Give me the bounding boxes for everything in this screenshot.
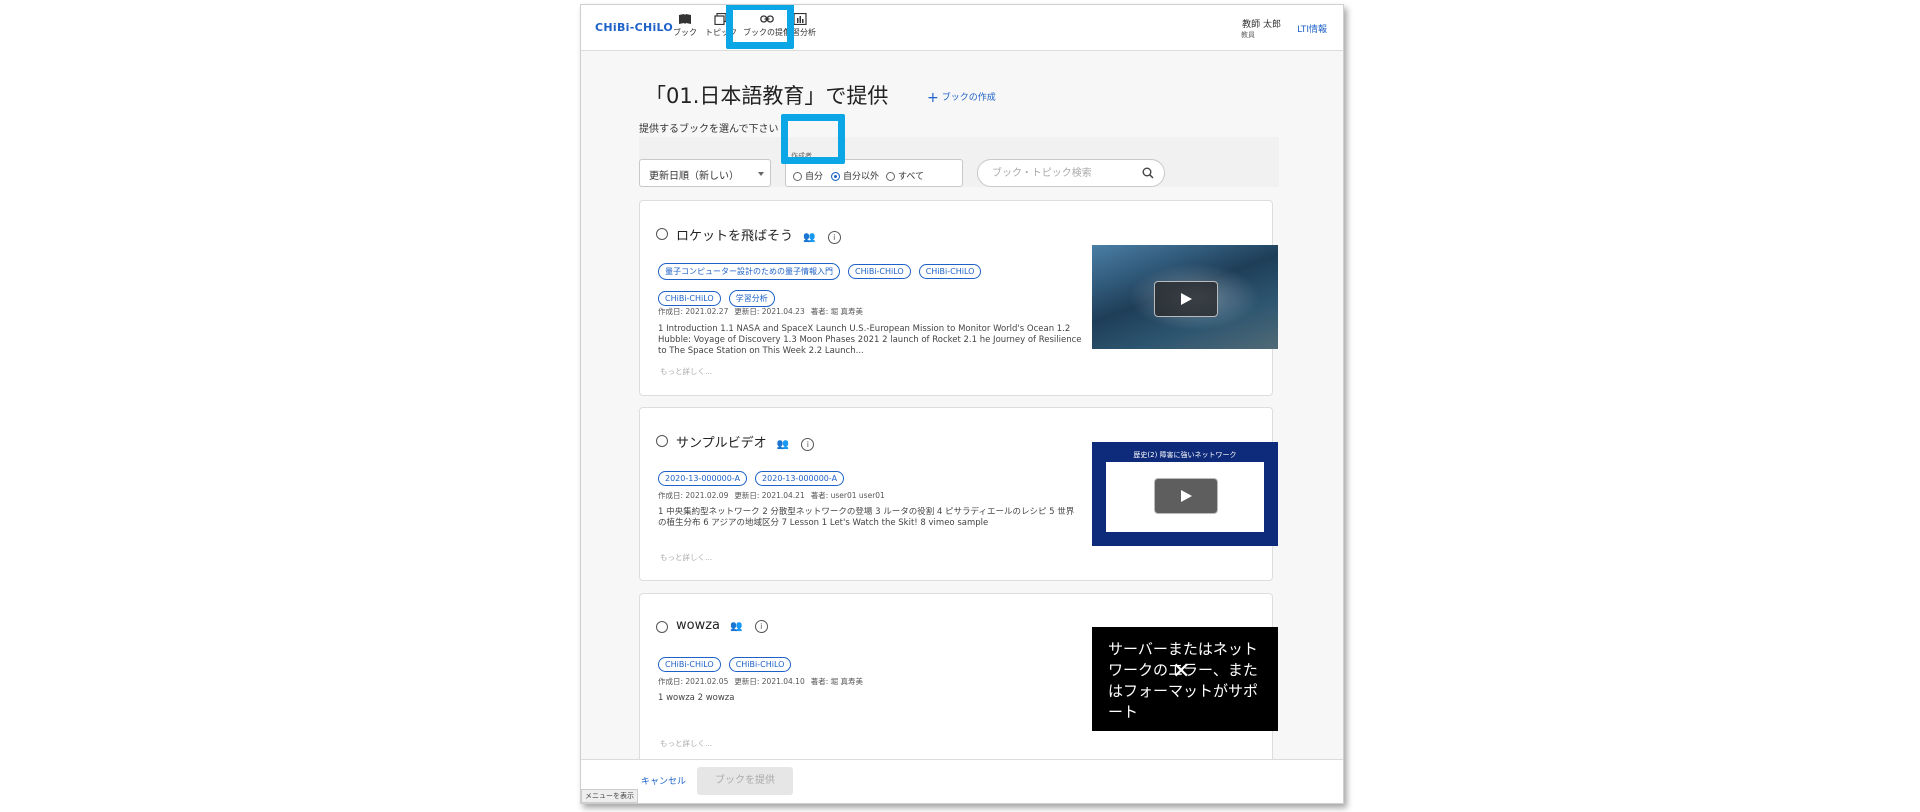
created-date: 作成日: 2021.02.05 xyxy=(658,677,729,686)
author-option-label: 自分 xyxy=(805,172,824,182)
info-icon[interactable]: i xyxy=(754,620,768,633)
author-option-others[interactable]: 自分以外 xyxy=(831,169,879,182)
highlight-author-others xyxy=(781,114,845,164)
updated-date: 更新日: 2021.04.10 xyxy=(734,677,805,686)
book-meta: 作成日: 2021.02.09 更新日: 2021.04.21 著者: user01… xyxy=(658,490,891,501)
book-tags: 量子コンピューター設計のための量子情報入門 CHiBi-CHiLO CHiBi-CH… xyxy=(658,259,1078,313)
shared-people-icon: 👥 xyxy=(803,232,816,243)
search-input[interactable] xyxy=(990,167,1134,180)
book-description: 1 wowza 2 wowza xyxy=(658,693,735,703)
book-title: ロケットを飛ばそう 👥 i xyxy=(676,225,841,244)
provide-book-button[interactable]: ブックを提供 xyxy=(697,767,793,795)
book-description: 1 Introduction 1.1 NASA and SpaceX Launc… xyxy=(658,324,1082,356)
updated-date: 更新日: 2021.04.23 xyxy=(734,307,805,316)
show-menu-tab[interactable]: メニューを表示 xyxy=(581,789,638,803)
author-option-label: すべて xyxy=(898,172,925,182)
plus-icon: + xyxy=(927,90,939,106)
page-title: 「01.日本語教育」で提供 xyxy=(645,84,889,108)
book-title: サンプルビデオ 👥 i xyxy=(676,432,815,451)
create-book-label: ブックの作成 xyxy=(941,93,996,103)
created-date: 作成日: 2021.02.09 xyxy=(658,491,729,500)
tag-chip[interactable]: 2020-13-000000-A xyxy=(755,471,845,486)
sort-value: 更新日順（新しい） xyxy=(649,171,739,182)
book-select-radio[interactable] xyxy=(656,621,668,633)
cancel-button[interactable]: キャンセル xyxy=(641,774,686,787)
author-option-self[interactable]: 自分 xyxy=(793,169,823,182)
book-title-text: wowza xyxy=(676,618,721,633)
play-icon[interactable] xyxy=(1154,281,1218,317)
book-select-radio[interactable] xyxy=(656,228,668,240)
thumbnail-caption: 歴史(2) 障害に強いネットワーク xyxy=(1133,451,1237,459)
close-icon: ✕ xyxy=(1172,659,1191,684)
tag-chip[interactable]: CHiBi-CHiLO xyxy=(658,291,721,306)
info-icon[interactable]: i xyxy=(801,438,815,451)
book-tags: 2020-13-000000-A 2020-13-000000-A xyxy=(658,466,1078,492)
dropdown-caret-icon xyxy=(758,172,764,176)
book-tags: CHiBi-CHiLO CHiBi-CHiLO xyxy=(658,652,1078,678)
video-thumbnail[interactable]: 歴史(2) 障害に強いネットワーク xyxy=(1092,442,1278,546)
author-name: 著者: user01 user01 xyxy=(810,491,885,500)
more-details-link[interactable]: もっと詳しく... xyxy=(660,738,712,749)
info-icon[interactable]: i xyxy=(827,231,841,244)
book-meta: 作成日: 2021.02.05 更新日: 2021.04.10 著者: 堀 真寿美 xyxy=(658,676,869,687)
tag-chip[interactable]: CHiBi-CHiLO xyxy=(658,657,721,672)
tag-chip[interactable]: 量子コンピューター設計のための量子情報入門 xyxy=(658,263,840,280)
book-icon xyxy=(679,14,691,24)
book-card[interactable]: サンプルビデオ 👥 i 2020-13-000000-A 2020-13-0000… xyxy=(639,407,1278,581)
book-description: 1 中央集約型ネットワーク 2 分散型ネットワークの登場 3 ルータの役割 4 … xyxy=(658,507,1075,528)
play-icon[interactable] xyxy=(1154,478,1218,514)
tag-chip[interactable]: 2020-13-000000-A xyxy=(658,471,748,486)
more-details-link[interactable]: もっと詳しく... xyxy=(660,366,712,377)
updated-date: 更新日: 2021.04.21 xyxy=(734,491,805,500)
sort-select[interactable]: 更新日順（新しい） xyxy=(639,159,771,187)
created-date: 作成日: 2021.02.27 xyxy=(658,307,729,316)
book-title-text: ロケットを飛ばそう xyxy=(676,229,794,244)
create-book-link[interactable]: + ブックの作成 xyxy=(927,90,996,106)
video-thumbnail[interactable] xyxy=(1092,245,1278,349)
tag-chip[interactable]: CHiBi-CHiLO xyxy=(728,657,792,672)
book-select-radio[interactable] xyxy=(656,435,668,447)
search-icon[interactable] xyxy=(1142,167,1154,179)
nav-label-books: ブック xyxy=(673,28,697,37)
shared-people-icon: 👥 xyxy=(776,439,790,450)
bar-chart-icon xyxy=(793,13,807,25)
tag-chip[interactable]: CHiBi-CHiLO xyxy=(848,264,911,279)
user-name[interactable]: 教師 太郎 xyxy=(1242,17,1281,30)
footer-action-bar: キャンセル ブックを提供 メニューを表示 xyxy=(581,759,1343,803)
radio-selected-icon xyxy=(831,172,840,181)
highlight-nav-provide xyxy=(726,5,794,49)
author-name: 著者: 堀 真寿美 xyxy=(810,307,864,316)
author-name: 著者: 堀 真寿美 xyxy=(810,677,864,686)
book-title: wowza 👥 i xyxy=(676,618,768,633)
shared-people-icon: 👥 xyxy=(730,621,743,632)
app-logo[interactable]: CHiBi-CHiLO xyxy=(595,21,673,34)
radio-icon xyxy=(793,172,802,181)
page-subtitle: 提供するブックを選んで下さい xyxy=(639,124,779,135)
tag-chip[interactable]: CHiBi-CHiLO xyxy=(918,264,982,279)
user-role: 教員 xyxy=(1241,31,1255,39)
tag-chip[interactable]: 学習分析 xyxy=(728,290,775,307)
radio-icon xyxy=(886,172,895,181)
author-option-label: 自分以外 xyxy=(843,172,880,182)
book-card[interactable]: ロケットを飛ばそう 👥 i 量子コンピューター設計のための量子情報入門 CHiBi… xyxy=(639,200,1278,396)
book-meta: 作成日: 2021.02.27 更新日: 2021.04.23 著者: 堀 真寿美 xyxy=(658,306,869,317)
top-navigation-bar: CHiBi-CHiLO ブック トピック ブックの提供 学習分析 教師 太郎 教… xyxy=(581,5,1343,51)
book-title-text: サンプルビデオ xyxy=(676,436,767,451)
book-card[interactable]: wowza 👥 i CHiBi-CHiLO CHiBi-CHiLO 作成日: 20… xyxy=(639,593,1278,763)
search-field[interactable] xyxy=(977,159,1165,187)
app-window: CHiBi-CHiLO ブック トピック ブックの提供 学習分析 教師 太郎 教… xyxy=(580,4,1344,804)
author-option-all[interactable]: すべて xyxy=(886,169,924,182)
more-details-link[interactable]: もっと詳しく... xyxy=(660,552,712,563)
lti-info-link[interactable]: LTI情報 xyxy=(1297,22,1327,35)
video-error-thumbnail[interactable]: サーバーまたはネットワークのエラー、またはフォーマットがサポート ✕ xyxy=(1092,627,1278,731)
